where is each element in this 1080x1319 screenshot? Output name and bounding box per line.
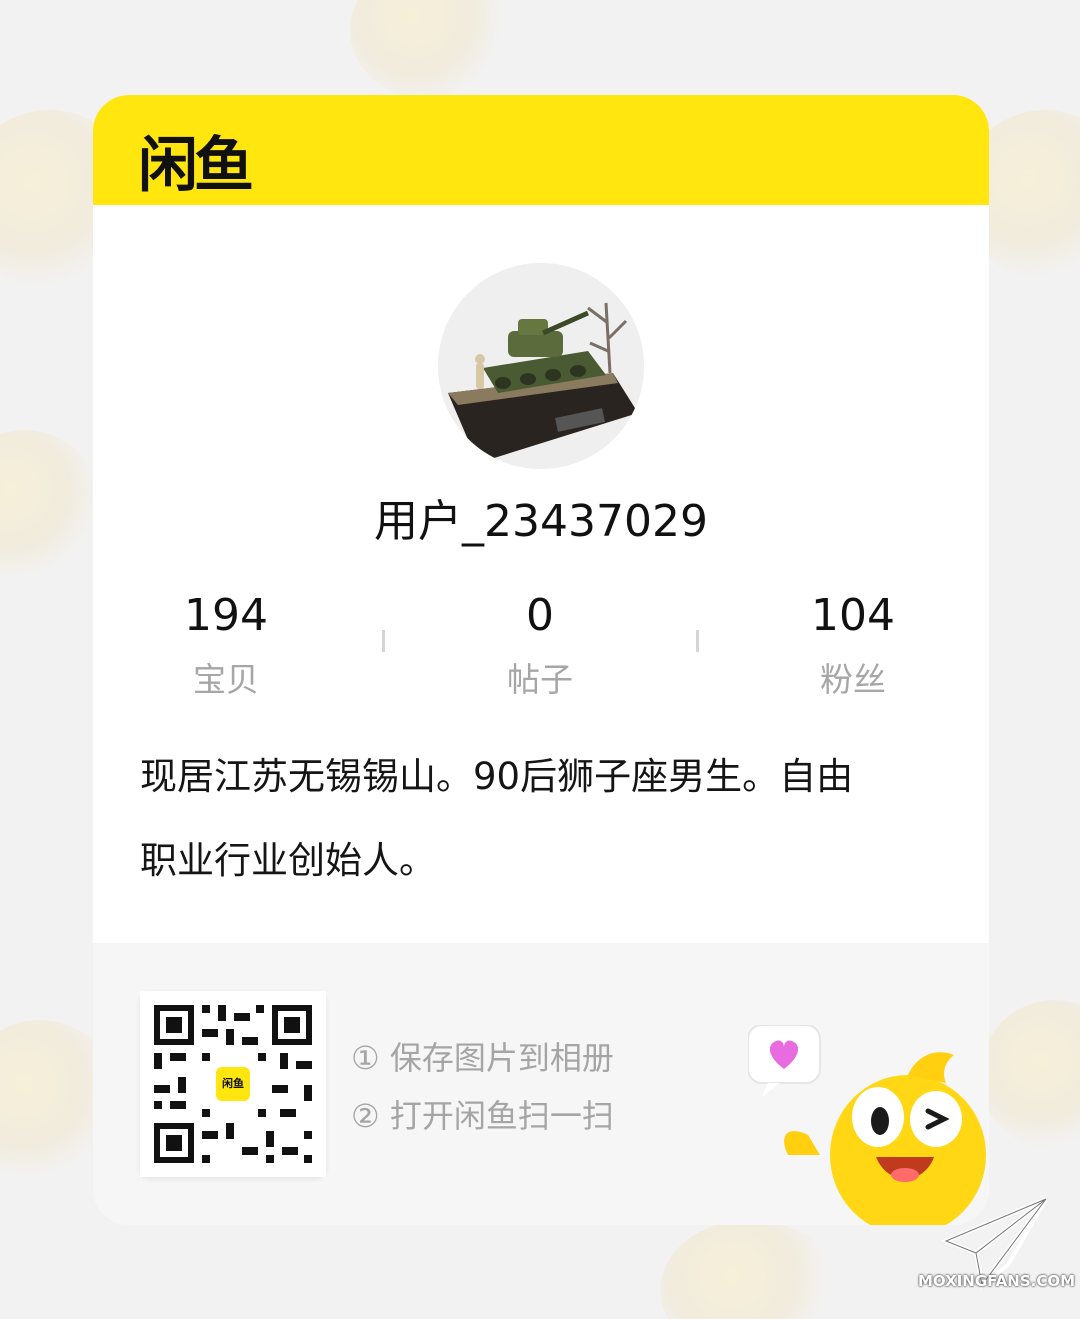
stat-followers-count: 104: [811, 590, 895, 641]
stat-posts-count: 0: [526, 590, 554, 641]
instruction-scan: ② 打开闲鱼扫一扫: [351, 1097, 614, 1135]
background-emoji-decoration: [0, 430, 100, 580]
stat-items-label: 宝贝: [193, 660, 259, 699]
avatar[interactable]: [438, 263, 644, 469]
stat-followers-label: 粉丝: [820, 660, 886, 699]
bio-line: 现居江苏无锡锡山。90后狮子座男生。自由: [140, 755, 854, 798]
stat-followers[interactable]: 104 粉丝: [753, 590, 953, 701]
stat-divider: [382, 630, 385, 652]
username: 用户_23437029: [374, 496, 708, 547]
stat-items-count: 194: [184, 590, 268, 641]
instruction-save: ① 保存图片到相册: [351, 1039, 614, 1077]
profile-share-card: 闲鱼 用户_23437029 194 宝贝 0 帖子 104 粉丝 现居江苏无锡…: [93, 95, 989, 1225]
card-header: 闲鱼: [93, 95, 989, 205]
stat-posts[interactable]: 0 帖子: [440, 590, 640, 701]
background-emoji-decoration: [350, 0, 510, 100]
xianyu-logo: 闲鱼: [138, 131, 254, 201]
bio: 现居江苏无锡锡山。90后狮子座男生。自由 职业行业创始人。: [140, 735, 940, 903]
bio-line: 职业行业创始人。: [140, 839, 436, 882]
stat-divider: [696, 630, 699, 652]
share-footer: 闲鱼 ① 保存图片到相册 ② 打开闲鱼扫一扫: [93, 943, 989, 1225]
qr-center-logo: 闲鱼: [216, 1067, 250, 1101]
stat-items[interactable]: 194 宝贝: [126, 590, 326, 701]
stats-row: 194 宝贝 0 帖子 104 粉丝: [93, 590, 989, 700]
background-emoji-decoration: [980, 1000, 1080, 1150]
background-emoji-decoration: [660, 1220, 840, 1319]
tank-model-icon: [438, 263, 644, 469]
stat-posts-label: 帖子: [507, 660, 573, 699]
watermark-text: MOXINGFANS.COM: [918, 1272, 1076, 1290]
qr-code[interactable]: 闲鱼: [140, 991, 326, 1177]
